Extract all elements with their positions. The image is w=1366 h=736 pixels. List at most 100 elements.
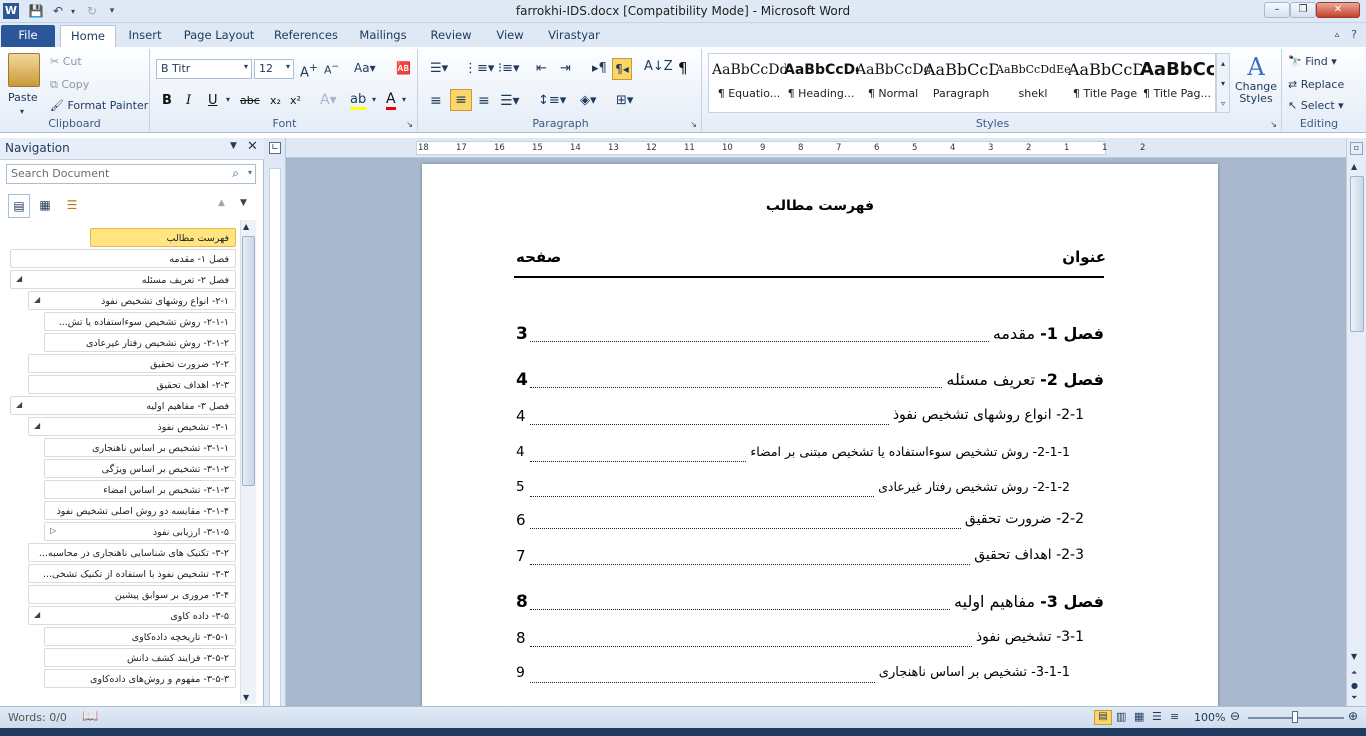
toc-entry[interactable]: 4 2-1-1- روش تشخیص سوءاستفاده یا تشخیص مب… — [422, 444, 1218, 466]
font-name-combo[interactable]: B Titr ▾ — [156, 59, 252, 79]
scroll-up-icon[interactable]: ▲ — [243, 222, 249, 231]
nav-heading-item[interactable]: ۳-۲- تکنیک های شناسایی ناهنجاری در محاسب… — [28, 543, 236, 562]
format-painter-button[interactable]: 🖌 Format Painter — [50, 99, 148, 112]
expand-collapse-icon[interactable]: ◢ — [16, 400, 22, 409]
style-item[interactable]: AaBbCcDdEe ¶ Normal — [856, 53, 930, 111]
nav-heading-item[interactable]: فصل ۲- تعریف مسئله — [10, 270, 236, 289]
expand-collapse-icon[interactable]: ◢ — [34, 421, 40, 430]
search-dropdown-icon[interactable]: ▾ — [248, 168, 252, 177]
nav-heading-item[interactable]: ۳-۴- مروری بر سوابق پیشین — [28, 585, 236, 604]
expand-collapse-icon[interactable]: ◢ — [16, 274, 22, 283]
styles-dialog-launcher-icon[interactable]: ↘ — [1270, 120, 1277, 129]
highlight-dropdown-icon[interactable]: ▾ — [372, 95, 376, 104]
tab-virastyar[interactable]: Virastyar — [544, 25, 604, 47]
paste-dropdown-icon[interactable]: ▾ — [20, 107, 24, 116]
search-icon[interactable]: ⌕ — [232, 166, 239, 181]
next-page-icon[interactable]: ⏷ — [1351, 693, 1357, 703]
document-scroll-thumb[interactable] — [1350, 176, 1364, 332]
font-color-dropdown-icon[interactable]: ▾ — [402, 95, 406, 104]
web-layout-icon[interactable]: ▦ — [1134, 710, 1144, 723]
scroll-down-icon[interactable]: ▼ — [1351, 652, 1357, 661]
align-right-icon[interactable]: ≡ — [478, 93, 490, 109]
highlight-icon[interactable]: ab — [350, 92, 367, 110]
zoom-in-icon[interactable]: ⊕ — [1348, 709, 1358, 723]
word-count[interactable]: Words: 0/0 — [8, 711, 67, 724]
tab-home[interactable]: Home — [60, 25, 116, 47]
tab-review[interactable]: Review — [426, 25, 476, 47]
ltr-icon[interactable]: ▸¶ — [592, 61, 607, 76]
paste-button[interactable]: Paste — [8, 91, 38, 104]
outline-icon[interactable]: ☰ — [1152, 710, 1162, 723]
numbering-icon[interactable]: ⋮≡▾ — [464, 61, 494, 76]
grow-font-icon[interactable]: A+ — [300, 61, 318, 80]
styles-gallery-scroll[interactable]: ▴ ▾ ▿ — [1216, 53, 1230, 113]
minimize-ribbon-icon[interactable]: ▵ — [1330, 25, 1344, 47]
bullets-icon[interactable]: ☰▾ — [430, 61, 448, 76]
tab-file[interactable]: File — [1, 25, 55, 47]
navigation-scrollbar[interactable]: ▲ ▼ — [240, 220, 256, 704]
style-item[interactable]: AaBbCcDdEe shekl — [996, 53, 1070, 111]
nav-heading-item[interactable]: ۳-۵- داده کاوی — [28, 606, 236, 625]
nav-heading-item[interactable]: ۳-۱-۱- تشخیص بر اساس ناهنجاری — [44, 438, 236, 457]
nav-heading-item[interactable]: ۳-۳- تشخیص نفوذ با استفاده از تکنیک تشخی… — [28, 564, 236, 583]
change-styles-button[interactable]: A Change Styles — [1235, 53, 1277, 117]
toc-entry[interactable]: 4 2-1- انواع روشهای تشخیص نفوذ — [422, 407, 1218, 429]
browse-pages-icon[interactable]: ▦ — [34, 194, 56, 218]
font-color-icon[interactable]: A — [386, 91, 396, 110]
zoom-out-icon[interactable]: ⊖ — [1230, 709, 1240, 723]
text-effects-icon[interactable]: A▾ — [320, 92, 337, 108]
nav-heading-item[interactable]: ۳-۱-۳- تشخیص بر اساس امضاء — [44, 480, 236, 499]
tab-mailings[interactable]: Mailings — [354, 25, 412, 47]
previous-page-icon[interactable]: ⏶ — [1351, 668, 1357, 678]
style-item[interactable]: AaBbCcDdEe ¶ Heading... — [784, 53, 858, 111]
bold-button[interactable]: B — [162, 93, 172, 108]
expand-collapse-icon[interactable]: ◢ — [34, 610, 40, 619]
vertical-ruler[interactable] — [264, 158, 286, 708]
toc-entry[interactable]: 9 3-1-1- تشخیص بر اساس ناهنجاری — [422, 665, 1218, 687]
change-case-icon[interactable]: Aa▾ — [354, 61, 376, 75]
navigation-scroll-thumb[interactable] — [242, 236, 255, 486]
nav-heading-item[interactable]: ۳-۵-۲- فرایند کشف دانش — [44, 648, 236, 667]
subscript-button[interactable]: x₂ — [270, 94, 281, 107]
pane-options-icon[interactable]: ▼ — [230, 141, 237, 151]
nav-heading-item[interactable]: ۳-۱-۲- تشخیص بر اساس ویژگی — [44, 459, 236, 478]
borders-icon[interactable]: ⊞▾ — [616, 93, 633, 108]
toc-entry[interactable]: 6 2-2- ضرورت تحقیق — [422, 511, 1218, 533]
tab-selector[interactable]: ∟ — [264, 138, 286, 158]
minimize-button[interactable]: – — [1264, 2, 1290, 18]
justify-icon[interactable]: ☰▾ — [500, 93, 520, 109]
restore-button[interactable]: ❐ — [1290, 2, 1316, 18]
copy-button[interactable]: ⧉ Copy — [50, 78, 89, 92]
align-center-icon[interactable]: ≡ — [450, 89, 472, 111]
select-button[interactable]: ↖ Select ▾ — [1288, 99, 1344, 112]
underline-dropdown-icon[interactable]: ▾ — [226, 95, 230, 104]
paste-icon[interactable] — [8, 53, 40, 87]
paragraph-dialog-launcher-icon[interactable]: ↘ — [690, 120, 697, 129]
style-item[interactable]: AaBbCcDdEe ¶ Title Page — [1068, 53, 1142, 111]
italic-button[interactable]: I — [186, 93, 191, 108]
close-button[interactable]: ✕ — [1316, 2, 1360, 18]
show-formatting-marks-icon[interactable]: ¶ — [678, 59, 688, 77]
expand-collapse-icon[interactable]: ◢ — [34, 295, 40, 304]
nav-heading-item[interactable]: فهرست مطالب — [90, 228, 236, 247]
nav-heading-item[interactable]: ۳-۱-۵- ارزیابی نفوذ — [44, 522, 236, 541]
shrink-font-icon[interactable]: A− — [324, 61, 339, 77]
font-dialog-launcher-icon[interactable]: ↘ — [406, 120, 413, 129]
scroll-down-icon[interactable]: ▼ — [243, 693, 249, 702]
nav-heading-item[interactable]: ۲-۳- اهداف تحقیق — [28, 375, 236, 394]
close-pane-icon[interactable]: ✕ — [247, 139, 258, 154]
strikethrough-button[interactable]: abc — [240, 94, 260, 107]
draft-icon[interactable]: ≡ — [1170, 710, 1179, 723]
tab-page-layout[interactable]: Page Layout — [180, 25, 258, 47]
replace-button[interactable]: ⇄ Replace — [1288, 78, 1344, 91]
underline-button[interactable]: U — [208, 93, 218, 108]
increase-indent-icon[interactable]: ⇥ — [560, 61, 571, 76]
tab-insert[interactable]: Insert — [122, 25, 168, 47]
sort-icon[interactable]: A↓Z — [644, 59, 673, 74]
horizontal-ruler[interactable]: 18 17 16 15 14 13 12 11 10 9 8 7 6 5 4 3 2 1 1 2 — [286, 138, 1346, 158]
nav-heading-item[interactable]: ۲-۱-۱- روش تشخیص سوءاستفاده یا تش... — [44, 312, 236, 331]
search-document-input[interactable]: Search Document ⌕ ▾ — [6, 164, 256, 184]
font-size-combo[interactable]: 12 ▾ — [254, 59, 294, 79]
full-screen-reading-icon[interactable]: ▥ — [1116, 710, 1126, 723]
nav-heading-item[interactable]: ۳-۱- تشخیص نفوذ — [28, 417, 236, 436]
